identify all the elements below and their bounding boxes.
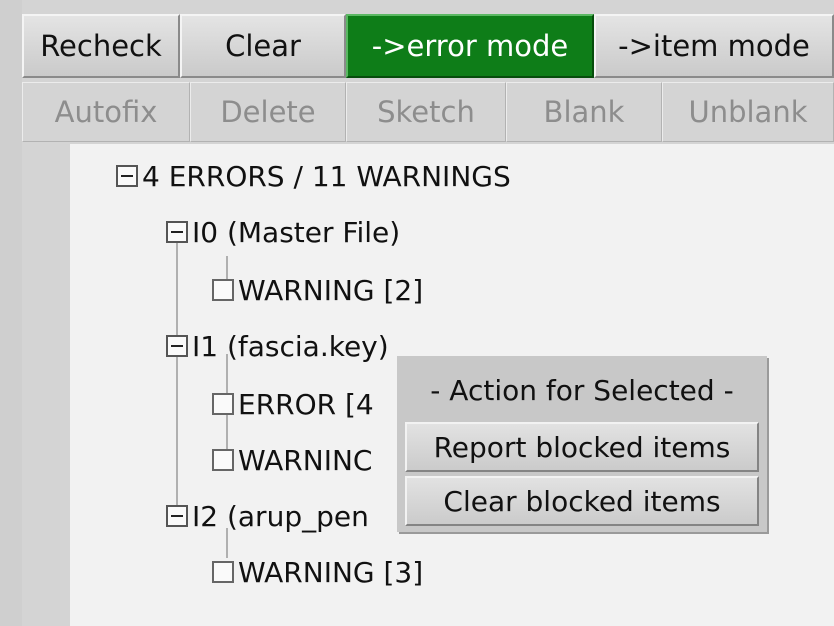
tree-leaf-label: WARNINC — [238, 443, 373, 477]
collapse-icon[interactable] — [166, 335, 188, 357]
action-toolbar: Autofix Delete Sketch Blank Unblank — [22, 82, 834, 142]
tree-node-file1[interactable]: I1 (fascia.key) — [166, 326, 389, 366]
autofix-button[interactable]: Autofix — [22, 82, 190, 142]
tree-leaf-label: WARNING [2] — [238, 273, 424, 307]
tree-leaf-file1-warning[interactable]: WARNINC — [212, 440, 372, 480]
leaf-node-icon — [212, 279, 234, 301]
tree-node-label: I1 (fascia.key) — [192, 329, 389, 363]
tree-connector — [176, 236, 178, 520]
context-menu-title: - Action for Selected - — [430, 373, 734, 407]
tree-node-label: I0 (Master File) — [192, 215, 401, 249]
clear-button[interactable]: Clear — [180, 14, 346, 78]
tree-leaf-file2-warning[interactable]: WARNING [3] — [212, 552, 423, 592]
delete-button[interactable]: Delete — [190, 82, 346, 142]
error-mode-button[interactable]: ->error mode — [346, 14, 594, 78]
tree-root[interactable]: 4 ERRORS / 11 WARNINGS — [116, 156, 511, 196]
sketch-button[interactable]: Sketch — [346, 82, 506, 142]
tree-leaf-file1-error[interactable]: ERROR [4 — [212, 384, 374, 424]
recheck-button[interactable]: Recheck — [22, 14, 180, 78]
mode-toolbar: Recheck Clear ->error mode ->item mode — [22, 14, 834, 78]
tree-leaf-label: WARNING [3] — [238, 555, 424, 589]
left-margin — [0, 0, 22, 626]
tree-node-file2[interactable]: I2 (arup_pen — [166, 496, 369, 536]
clear-blocked-items-button[interactable]: Clear blocked items — [405, 476, 759, 526]
collapse-icon[interactable] — [116, 165, 138, 187]
tree-root-label: 4 ERRORS / 11 WARNINGS — [142, 159, 511, 193]
tree-node-label: I2 (arup_pen — [192, 499, 369, 533]
tree-leaf-label: ERROR [4 — [238, 387, 374, 421]
collapse-icon[interactable] — [166, 505, 188, 527]
blank-button[interactable]: Blank — [506, 82, 662, 142]
item-mode-button[interactable]: ->item mode — [594, 14, 834, 78]
unblank-button[interactable]: Unblank — [662, 82, 834, 142]
collapse-icon[interactable] — [166, 221, 188, 243]
report-blocked-items-button[interactable]: Report blocked items — [405, 422, 759, 472]
tree-leaf-file0-warning[interactable]: WARNING [2] — [212, 270, 423, 310]
tree-node-file0[interactable]: I0 (Master File) — [166, 212, 400, 252]
leaf-node-icon — [212, 561, 234, 583]
context-menu: - Action for Selected - Report blocked i… — [397, 356, 767, 532]
leaf-node-icon — [212, 449, 234, 471]
leaf-node-icon — [212, 393, 234, 415]
